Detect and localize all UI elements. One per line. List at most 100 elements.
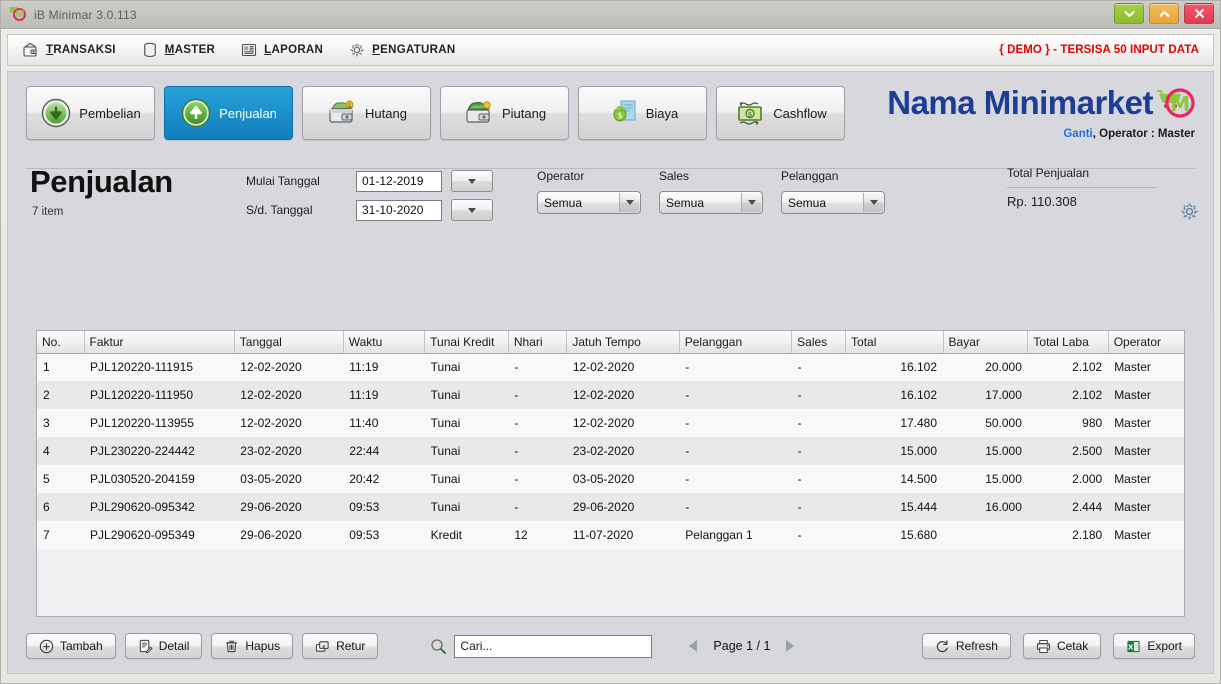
- total-penjualan-value: Rp. 110.308: [1007, 194, 1077, 209]
- search-input[interactable]: [454, 634, 653, 658]
- table-cell: 03-05-2020: [240, 472, 302, 486]
- triangle-left-icon[interactable]: [686, 638, 701, 654]
- tab-pembelian[interactable]: Pembelian: [26, 86, 155, 140]
- table-row[interactable]: 4 PJL230220-224442 23-02-2020 22:44 Tunai - 23…: [37, 437, 1184, 465]
- table-cell: 2.102: [1072, 360, 1103, 375]
- operator-filter-select[interactable]: Semua: [537, 191, 641, 214]
- table-cell: 16.102: [900, 388, 938, 402]
- refresh-button[interactable]: Refresh: [921, 633, 1011, 659]
- menu-item-master[interactable]: MASTER: [142, 42, 215, 58]
- export-button[interactable]: X Export: [1113, 633, 1195, 659]
- tab-biaya[interactable]: $ Biaya: [578, 86, 707, 140]
- table-row[interactable]: 1 PJL120220-111915 12-02-2020 11:19 Tunai - 12…: [37, 353, 1184, 381]
- table-cell: 16.102: [900, 360, 938, 375]
- tab-piutang[interactable]: Piutang: [440, 86, 569, 140]
- table-cell: 5: [43, 472, 50, 486]
- arrow-up-circle-icon: [180, 97, 212, 129]
- column-header-operator[interactable]: Operator: [1108, 331, 1184, 354]
- triangle-right-icon[interactable]: [782, 638, 797, 654]
- table-cell: 20.000: [985, 360, 1022, 375]
- detail-button[interactable]: Detail: [124, 633, 203, 659]
- tab-cashflow[interactable]: $ Cashflow: [716, 86, 845, 140]
- svg-text:$: $: [348, 103, 352, 110]
- start-date-input[interactable]: [356, 170, 442, 192]
- column-header-bayar[interactable]: Bayar: [943, 331, 1029, 354]
- table-cell: Master: [1114, 416, 1151, 430]
- column-settings-button[interactable]: [1180, 202, 1199, 226]
- tab-hutang[interactable]: $ Hutang: [302, 86, 431, 140]
- table-cell: 16.000: [985, 500, 1022, 514]
- menu-item-transaksi[interactable]: TRANSAKSI: [22, 42, 116, 58]
- column-header-pelanggan[interactable]: Pelanggan: [679, 331, 793, 354]
- column-header-nhari[interactable]: Nhari: [508, 331, 568, 354]
- svg-text:M: M: [1170, 92, 1189, 116]
- table-cell: 12-02-2020: [572, 416, 635, 430]
- table-cell: -: [797, 472, 802, 486]
- hapus-button[interactable]: Hapus: [211, 633, 294, 659]
- table-cell: 11-07-2020: [572, 528, 634, 542]
- trash-icon: [226, 640, 238, 652]
- printer-icon: [1036, 639, 1050, 653]
- ganti-link[interactable]: Ganti: [1063, 128, 1092, 140]
- title-bar: M iB Minimar 3.0.113: [1, 1, 1220, 29]
- page-title: Penjualan: [30, 164, 173, 199]
- table-cell: PJL120220-113955: [90, 416, 194, 430]
- tab-penjualan[interactable]: Penjualan: [164, 86, 293, 140]
- page-label: Page 1 / 1: [713, 639, 771, 653]
- maximize-button[interactable]: [1149, 3, 1179, 24]
- menu-item-pengaturan-label: PENGATURAN: [372, 44, 456, 56]
- column-header-total-laba[interactable]: Total Laba: [1027, 331, 1109, 354]
- table-cell: 12: [514, 528, 528, 542]
- sales-filter-select[interactable]: Semua: [659, 191, 763, 214]
- tambah-button[interactable]: Tambah: [26, 633, 116, 659]
- table-row[interactable]: 7 PJL290620-095349 29-06-2020 09:53 Kredit 12…: [37, 521, 1184, 549]
- gear-icon: [1181, 203, 1198, 220]
- brand-title-row: Nama Minimarket M: [887, 84, 1195, 122]
- column-header-no[interactable]: No.: [37, 331, 85, 354]
- table-row[interactable]: 6 PJL290620-095342 29-06-2020 09:53 Tunai - 29…: [37, 493, 1184, 521]
- tab-cashflow-label: Cashflow: [773, 105, 827, 121]
- pelanggan-filter-label: Pelanggan: [781, 169, 839, 183]
- table-body: 1 PJL120220-111915 12-02-2020 11:19 Tunai - 12…: [37, 353, 1184, 549]
- close-button[interactable]: [1184, 3, 1214, 24]
- return-icon: [315, 640, 329, 652]
- table-cell: 23-02-2020: [240, 444, 302, 458]
- end-date-picker-button[interactable]: [451, 199, 493, 221]
- table-cell: Tunai: [430, 444, 461, 458]
- tab-hutang-label: Hutang: [365, 105, 407, 121]
- menu-item-pengaturan[interactable]: PENGATURAN: [349, 42, 455, 58]
- table-cell: 09:53: [349, 528, 380, 542]
- table-cell: 29-06-2020: [240, 528, 302, 542]
- table-cell: Master: [1114, 528, 1151, 542]
- table-row[interactable]: 5 PJL030520-204159 03-05-2020 20:42 Tunai - 03…: [37, 465, 1184, 493]
- pelanggan-filter-select[interactable]: Semua: [781, 191, 885, 214]
- table-row[interactable]: 3 PJL120220-113955 12-02-2020 11:40 Tunai - 12…: [37, 409, 1184, 437]
- minimize-button[interactable]: [1114, 3, 1144, 24]
- item-count: 7 item: [32, 206, 64, 218]
- table-cell: 1: [43, 360, 50, 375]
- brand-block: Nama Minimarket M Ganti, Operator : Mast…: [887, 84, 1195, 140]
- table-cell: 2.444: [1072, 500, 1103, 514]
- data-table-container[interactable]: No. Faktur Tanggal Waktu Tunai Kredit Nhari Ja…: [36, 330, 1185, 617]
- cetak-button[interactable]: Cetak: [1022, 633, 1102, 659]
- wallet-money-icon: $: [326, 97, 358, 129]
- table-cell: Master: [1114, 388, 1151, 402]
- column-header-faktur[interactable]: Faktur: [84, 331, 235, 354]
- start-date-picker-button[interactable]: [451, 170, 493, 192]
- cashflow-icon: $: [734, 97, 766, 129]
- window-title: iB Minimar 3.0.113: [34, 7, 137, 22]
- table-cell: 09:53: [349, 500, 380, 514]
- table-cell: 14.500: [900, 472, 938, 486]
- column-header-tunai-kredit[interactable]: Tunai Kredit: [424, 331, 509, 354]
- column-header-waktu[interactable]: Waktu: [343, 331, 426, 354]
- table-row[interactable]: 2 PJL120220-111950 12-02-2020 11:19 Tunai - 12…: [37, 381, 1184, 409]
- end-date-input[interactable]: [356, 199, 442, 221]
- column-header-jatuh-tempo[interactable]: Jatuh Tempo: [566, 331, 680, 354]
- column-header-sales[interactable]: Sales: [791, 331, 847, 354]
- retur-button[interactable]: Retur: [302, 633, 379, 659]
- table-cell: PJL230220-224442: [90, 444, 195, 458]
- column-header-total[interactable]: Total: [845, 331, 944, 354]
- column-header-tanggal[interactable]: Tanggal: [234, 331, 344, 354]
- retur-label: Retur: [336, 639, 366, 653]
- menu-item-laporan[interactable]: LAPORAN: [241, 42, 323, 58]
